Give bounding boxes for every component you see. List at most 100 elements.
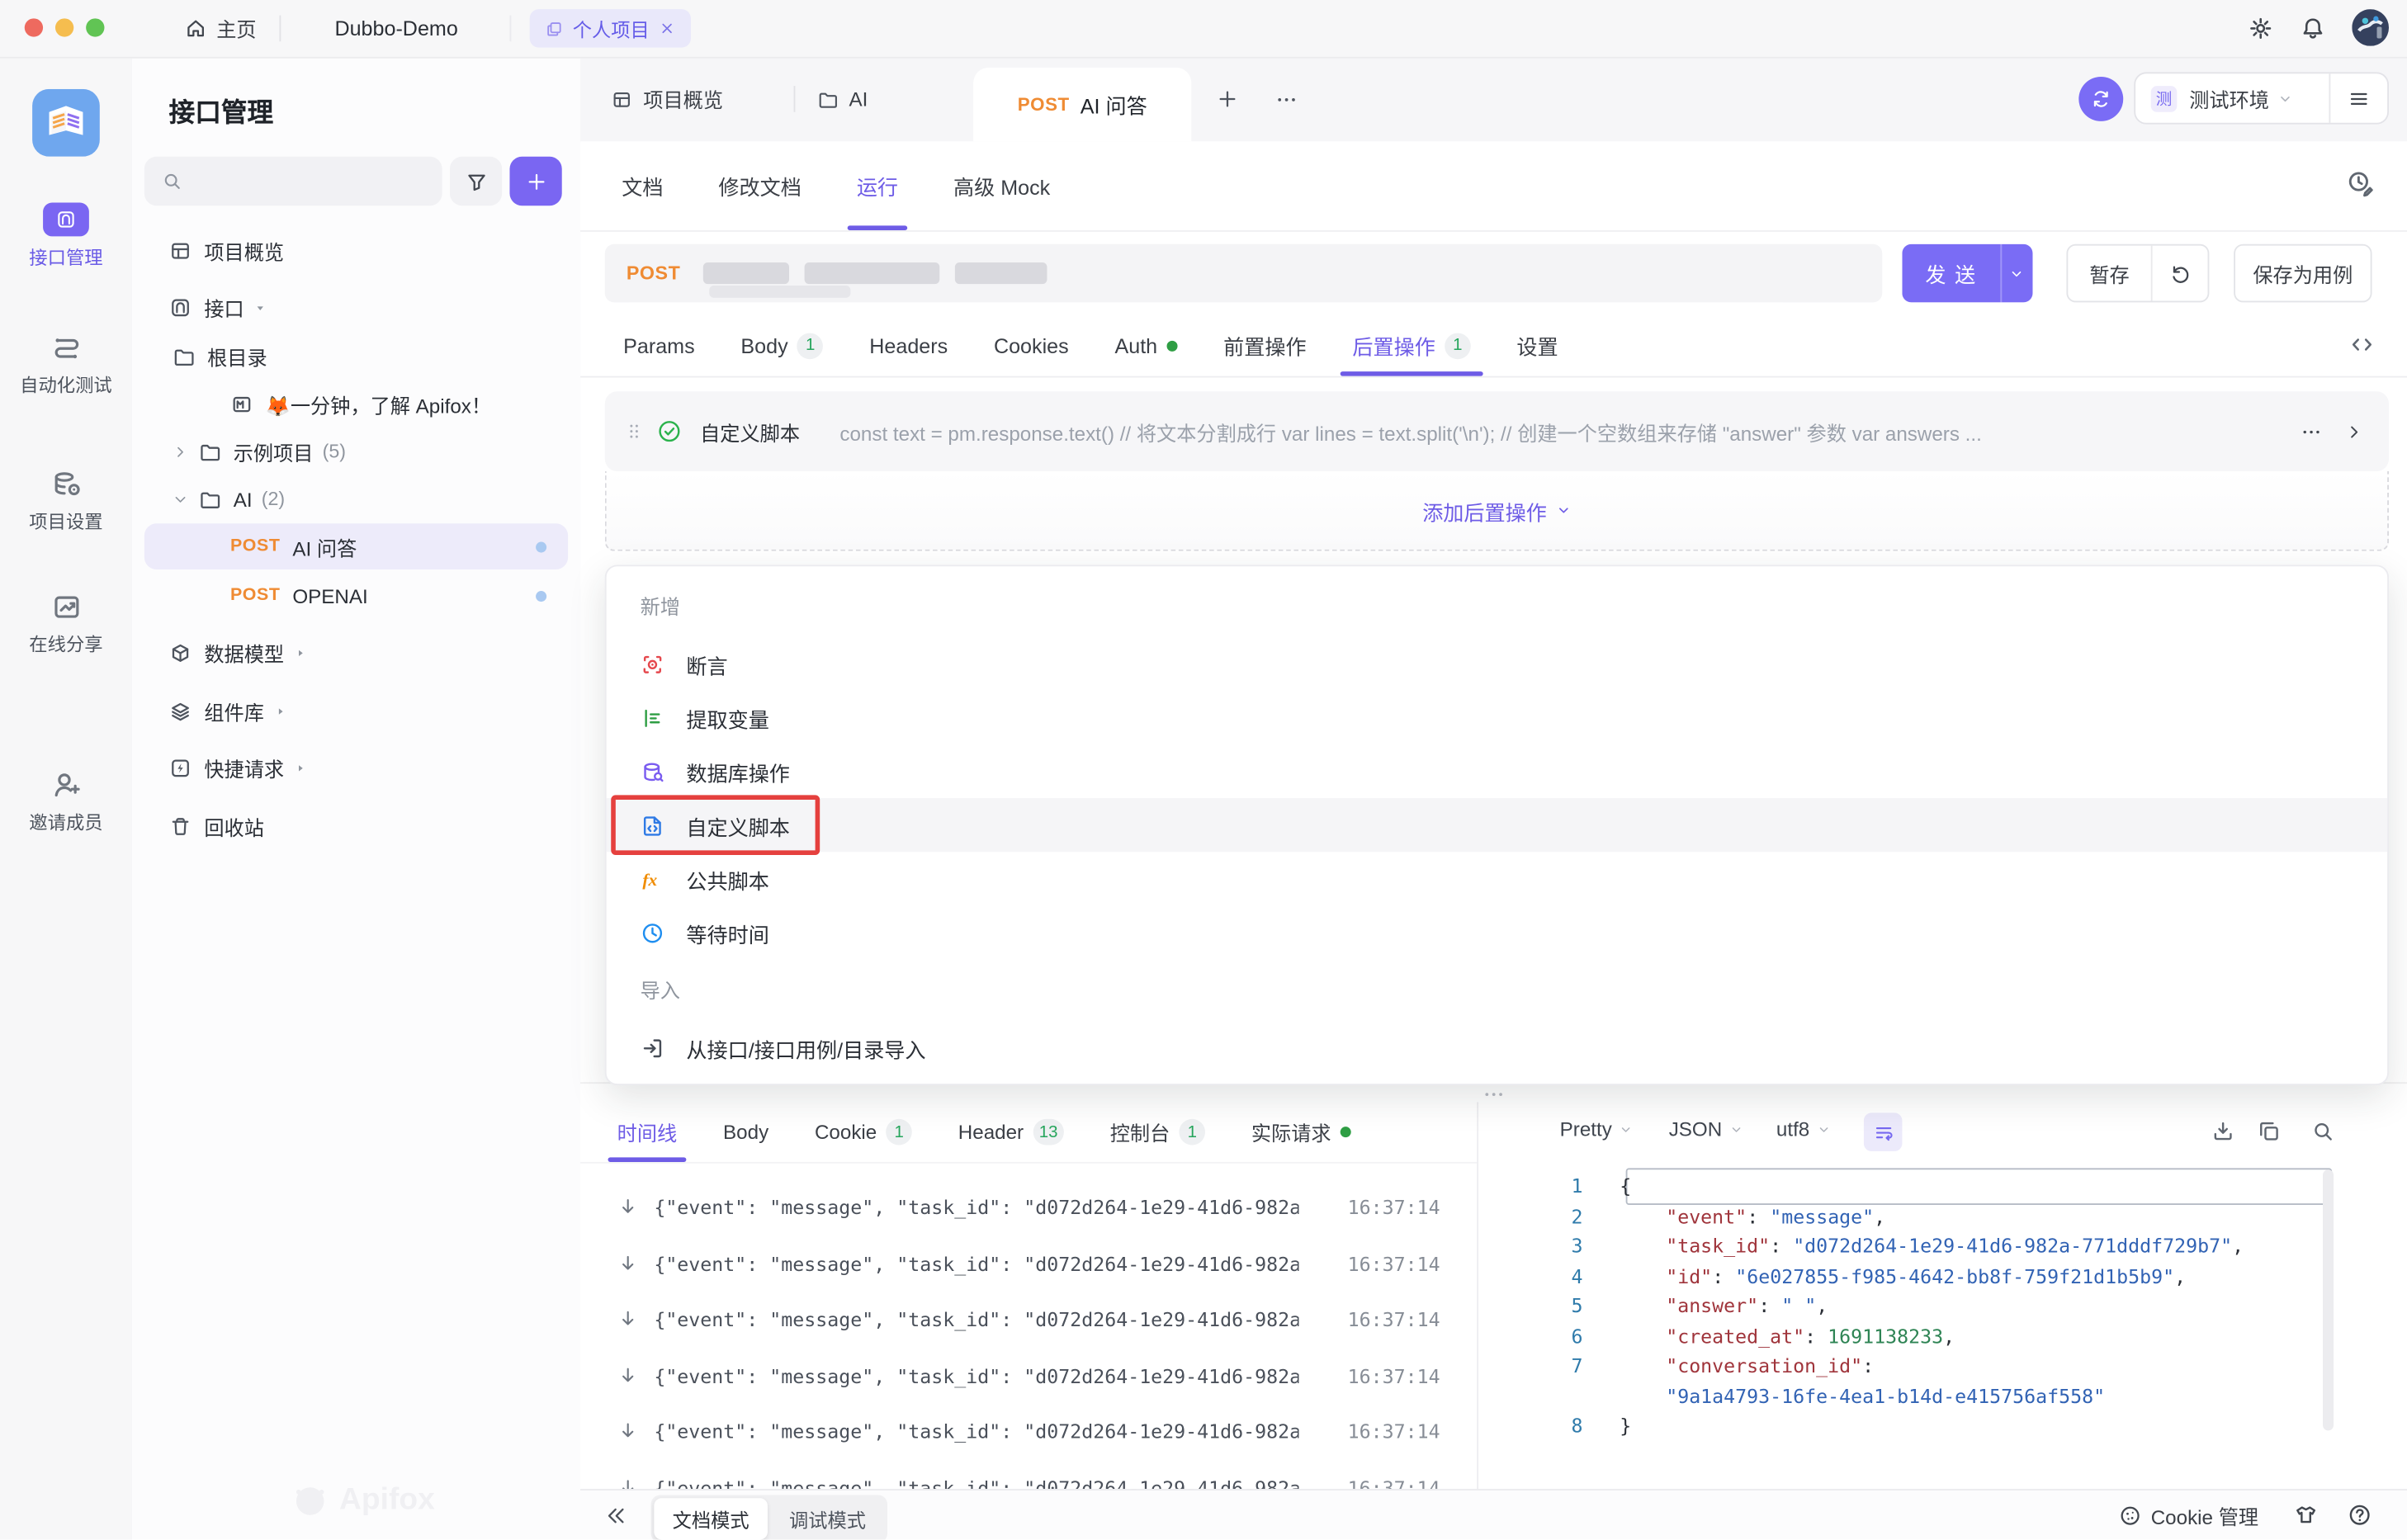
tab-project-overview[interactable]: 项目概览 — [611, 57, 723, 141]
environment-selector[interactable]: 测 测试环境 — [2134, 72, 2389, 124]
stash-button[interactable]: 暂存 — [2068, 246, 2150, 301]
more-actions-icon[interactable] — [2300, 420, 2323, 443]
home-button[interactable]: 主页 — [184, 11, 256, 46]
settings-icon[interactable] — [2248, 16, 2274, 42]
tree-item-根目录[interactable]: 根目录 — [144, 333, 568, 380]
menu-item-数据库操作[interactable]: 数据库操作 — [607, 744, 2387, 798]
request-tab-Cookies[interactable]: Cookies — [994, 314, 1069, 376]
tree-item-项目概览[interactable]: 项目概览 — [144, 227, 568, 273]
request-tab-Headers[interactable]: Headers — [869, 314, 948, 376]
tree-item-OPENAI[interactable]: POSTOPENAI — [144, 573, 568, 619]
new-tab-button[interactable] — [1216, 87, 1239, 111]
tab-post-ai-qa[interactable]: POST AI 问答 — [973, 68, 1191, 141]
menu-item-从接口/接口用例/目录导入[interactable]: 从接口/接口用例/目录导入 — [607, 1021, 2387, 1075]
tree-item-回收站[interactable]: 回收站 — [144, 803, 568, 849]
theme-icon[interactable] — [2294, 1503, 2319, 1528]
chev-right-icon[interactable] — [172, 443, 188, 460]
copy-icon[interactable] — [2257, 1119, 2282, 1144]
doc-tab-修改文档[interactable]: 修改文档 — [718, 141, 801, 230]
search-body-icon[interactable] — [2310, 1119, 2335, 1144]
menu-item-断言[interactable]: 断言 — [607, 637, 2387, 691]
chev-down-icon[interactable] — [172, 490, 188, 507]
cookie-manager-button[interactable]: Cookie 管理 — [2119, 1490, 2258, 1540]
rail-item-2[interactable]: 项目设置 — [0, 468, 132, 534]
app-logo[interactable] — [32, 89, 100, 157]
debug-mode-button[interactable]: 调试模式 — [771, 1498, 885, 1539]
tri-right-icon[interactable] — [273, 704, 287, 718]
url-input[interactable]: POST — [605, 244, 1882, 303]
tree-item-AI 问答[interactable]: POSTAI 问答 — [144, 523, 568, 569]
menu-item-自定义脚本[interactable]: 自定义脚本 — [607, 798, 2387, 852]
tree-item-AI[interactable]: AI(2) — [144, 476, 568, 522]
response-tab-Cookie[interactable]: Cookie1 — [815, 1102, 912, 1162]
drag-handle-icon[interactable] — [623, 421, 645, 442]
tree-item-快捷请求[interactable]: 快捷请求 — [144, 744, 568, 791]
send-button[interactable]: 发 送 — [1902, 244, 2032, 303]
expand-icon[interactable] — [2344, 422, 2364, 442]
encoding-select[interactable]: utf8 — [1776, 1117, 1831, 1141]
tri-right-icon[interactable] — [293, 645, 307, 659]
tree-item-示例项目[interactable]: 示例项目(5) — [144, 428, 568, 475]
filter-button[interactable] — [450, 157, 502, 206]
search-input[interactable] — [144, 157, 442, 206]
tree-item-接口[interactable]: 接口 — [144, 284, 568, 330]
response-tab-控制台[interactable]: 控制台1 — [1110, 1102, 1205, 1162]
response-tab-Body[interactable]: Body — [723, 1102, 768, 1162]
send-options-icon[interactable] — [2000, 244, 2032, 303]
request-tab-前置操作[interactable]: 前置操作 — [1223, 314, 1306, 376]
traffic-light-zoom-button[interactable] — [86, 18, 104, 36]
menu-item-等待时间[interactable]: 等待时间 — [607, 905, 2387, 959]
code-view-icon[interactable] — [2349, 332, 2376, 358]
response-tab-Header[interactable]: Header13 — [958, 1102, 1064, 1162]
sync-button[interactable] — [2078, 77, 2123, 121]
response-tab-时间线[interactable]: 时间线 — [617, 1102, 678, 1162]
project-tab[interactable]: 个人项目 — [530, 9, 691, 47]
tab-ai-folder[interactable]: AI — [816, 57, 868, 141]
history-icon[interactable] — [2346, 169, 2375, 198]
enabled-check-icon[interactable] — [657, 419, 682, 444]
scrollbar[interactable] — [2323, 1169, 2334, 1430]
traffic-light-minimize-button[interactable] — [55, 18, 73, 36]
format-select[interactable]: Pretty — [1560, 1117, 1634, 1141]
menu-item-公共脚本[interactable]: fx公共脚本 — [607, 852, 2387, 905]
json-viewer[interactable]: 1{2 "event": "message",3 "task_id": "d07… — [1478, 1167, 2407, 1495]
timeline-event[interactable]: {"event": "message", "task_id": "d072d26… — [580, 1353, 1477, 1399]
tri-down-icon[interactable] — [253, 300, 267, 314]
doc-tab-文档[interactable]: 文档 — [622, 141, 663, 230]
tree-item-🦊一分钟，了解 Apifox！[interactable]: 🦊一分钟，了解 Apifox！ — [144, 380, 568, 427]
response-tab-实际请求[interactable]: 实际请求 — [1251, 1102, 1351, 1162]
doc-tab-高级 Mock[interactable]: 高级 Mock — [953, 141, 1050, 230]
add-post-action-button[interactable]: 添加后置操作 — [1422, 495, 1571, 526]
request-tab-Params[interactable]: Params — [623, 314, 695, 376]
help-icon[interactable] — [2348, 1503, 2372, 1528]
undo-icon[interactable] — [2151, 246, 2208, 301]
tree-item-数据模型[interactable]: 数据模型 — [144, 630, 568, 676]
traffic-light-close-button[interactable] — [25, 18, 43, 36]
rail-item-1[interactable]: 自动化测试 — [0, 332, 132, 398]
doc-tab-运行[interactable]: 运行 — [857, 141, 898, 230]
collapse-sidebar-icon[interactable] — [605, 1505, 628, 1528]
word-wrap-button[interactable] — [1864, 1112, 1902, 1150]
request-tab-设置[interactable]: 设置 — [1516, 314, 1558, 376]
doc-mode-button[interactable]: 文档模式 — [654, 1498, 768, 1539]
more-tabs-button[interactable] — [1274, 87, 1299, 112]
tri-right-icon[interactable] — [293, 761, 307, 775]
tree-item-组件库[interactable]: 组件库 — [144, 687, 568, 734]
save-as-case-button[interactable]: 保存为用例 — [2234, 244, 2372, 303]
workspace-name[interactable]: Dubbo-Demo — [334, 17, 457, 40]
menu-item-提取变量[interactable]: 提取变量 — [607, 691, 2387, 744]
timeline-event[interactable]: {"event": "message", "task_id": "d072d26… — [580, 1464, 1477, 1490]
language-select[interactable]: JSON — [1669, 1117, 1744, 1141]
notifications-icon[interactable] — [2300, 16, 2326, 42]
avatar[interactable] — [2352, 9, 2389, 46]
timeline-event[interactable]: {"event": "message", "task_id": "d072d26… — [580, 1296, 1477, 1342]
request-tab-后置操作[interactable]: 后置操作1 — [1352, 314, 1470, 376]
request-tab-Body[interactable]: Body1 — [740, 314, 823, 376]
rail-item-0[interactable]: 接口管理 — [0, 203, 132, 271]
env-menu-icon[interactable] — [2329, 73, 2387, 123]
timeline-event[interactable]: {"event": "message", "task_id": "d072d26… — [580, 1183, 1477, 1230]
custom-script-row[interactable]: 自定义脚本 const text = pm.response.text() //… — [605, 391, 2389, 471]
timeline-event[interactable]: {"event": "message", "task_id": "d072d26… — [580, 1408, 1477, 1454]
add-api-button[interactable] — [509, 157, 561, 206]
rail-item-4[interactable]: 邀请成员 — [0, 769, 132, 835]
